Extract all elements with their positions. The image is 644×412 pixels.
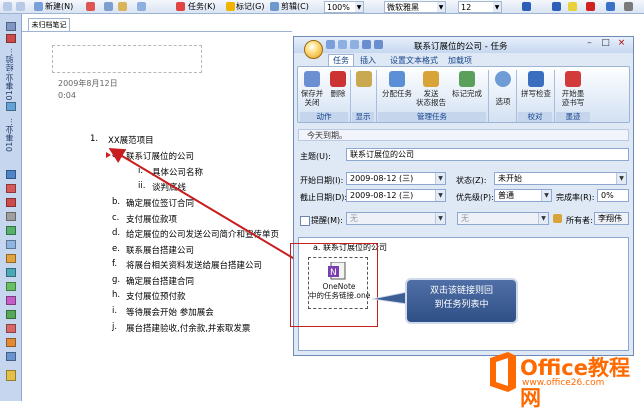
callout-note: 双击该链接则回 到任务列表中 <box>405 278 518 324</box>
callout-text: 双击该链接则回 到任务列表中 <box>429 286 493 310</box>
site-watermark: Office教程网 www.office26.com <box>484 348 644 410</box>
callout-pointer <box>371 291 408 305</box>
watermark-url: www.office26.com <box>522 378 605 388</box>
office-logo-icon <box>490 352 516 392</box>
